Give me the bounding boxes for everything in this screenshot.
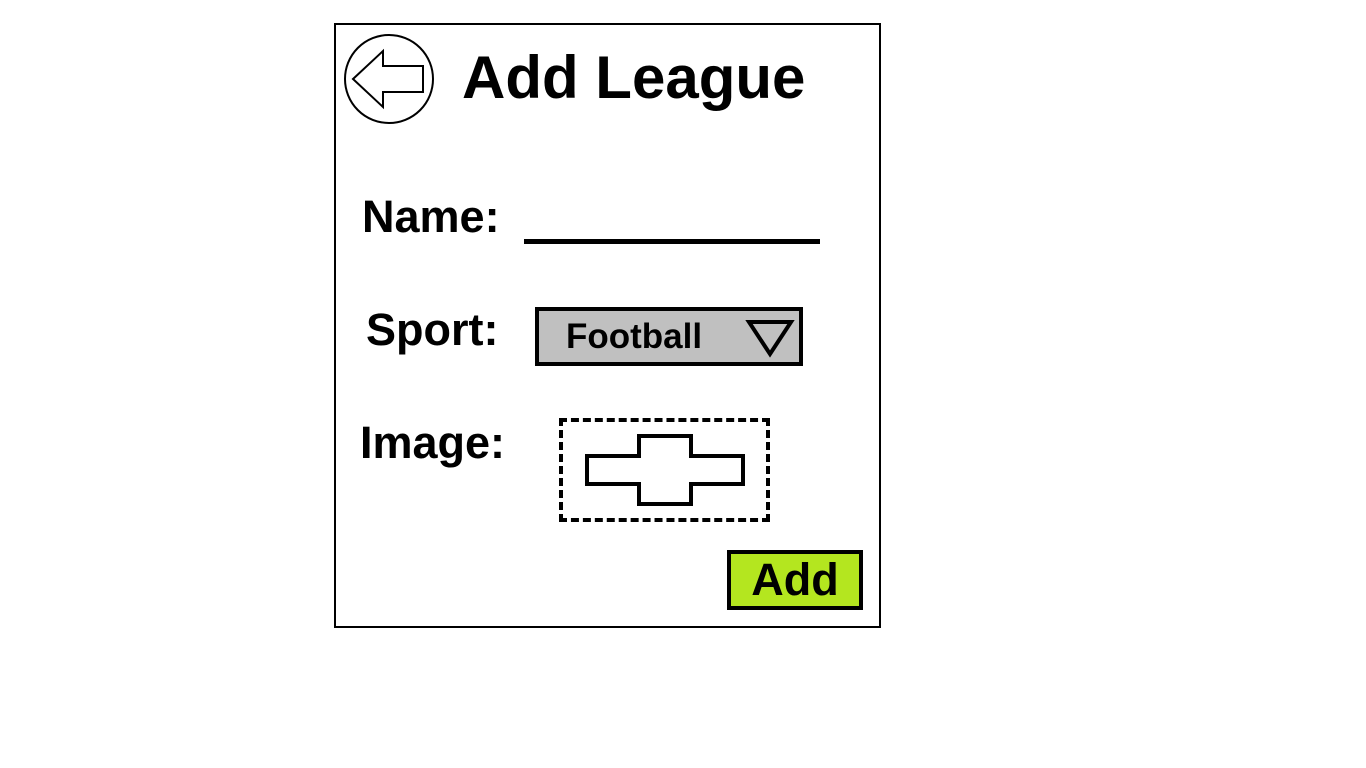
sport-selected-value: Football [566, 317, 703, 356]
screen: Add League Name: Sport: Football Image: … [0, 0, 1366, 768]
back-button[interactable] [343, 33, 435, 125]
add-league-panel: Add League Name: Sport: Football Image: … [334, 23, 881, 628]
arrow-left-icon [344, 34, 434, 124]
add-button[interactable]: Add [727, 550, 863, 610]
image-placeholder-icon [585, 434, 745, 506]
name-input[interactable] [524, 209, 820, 244]
page-title: Add League [462, 44, 806, 111]
chevron-down-icon [745, 320, 795, 358]
sport-select[interactable]: Football [535, 307, 803, 366]
sport-label: Sport: [366, 304, 499, 355]
name-label: Name: [362, 191, 500, 242]
image-label: Image: [360, 417, 506, 468]
image-upload-area[interactable] [559, 418, 770, 522]
